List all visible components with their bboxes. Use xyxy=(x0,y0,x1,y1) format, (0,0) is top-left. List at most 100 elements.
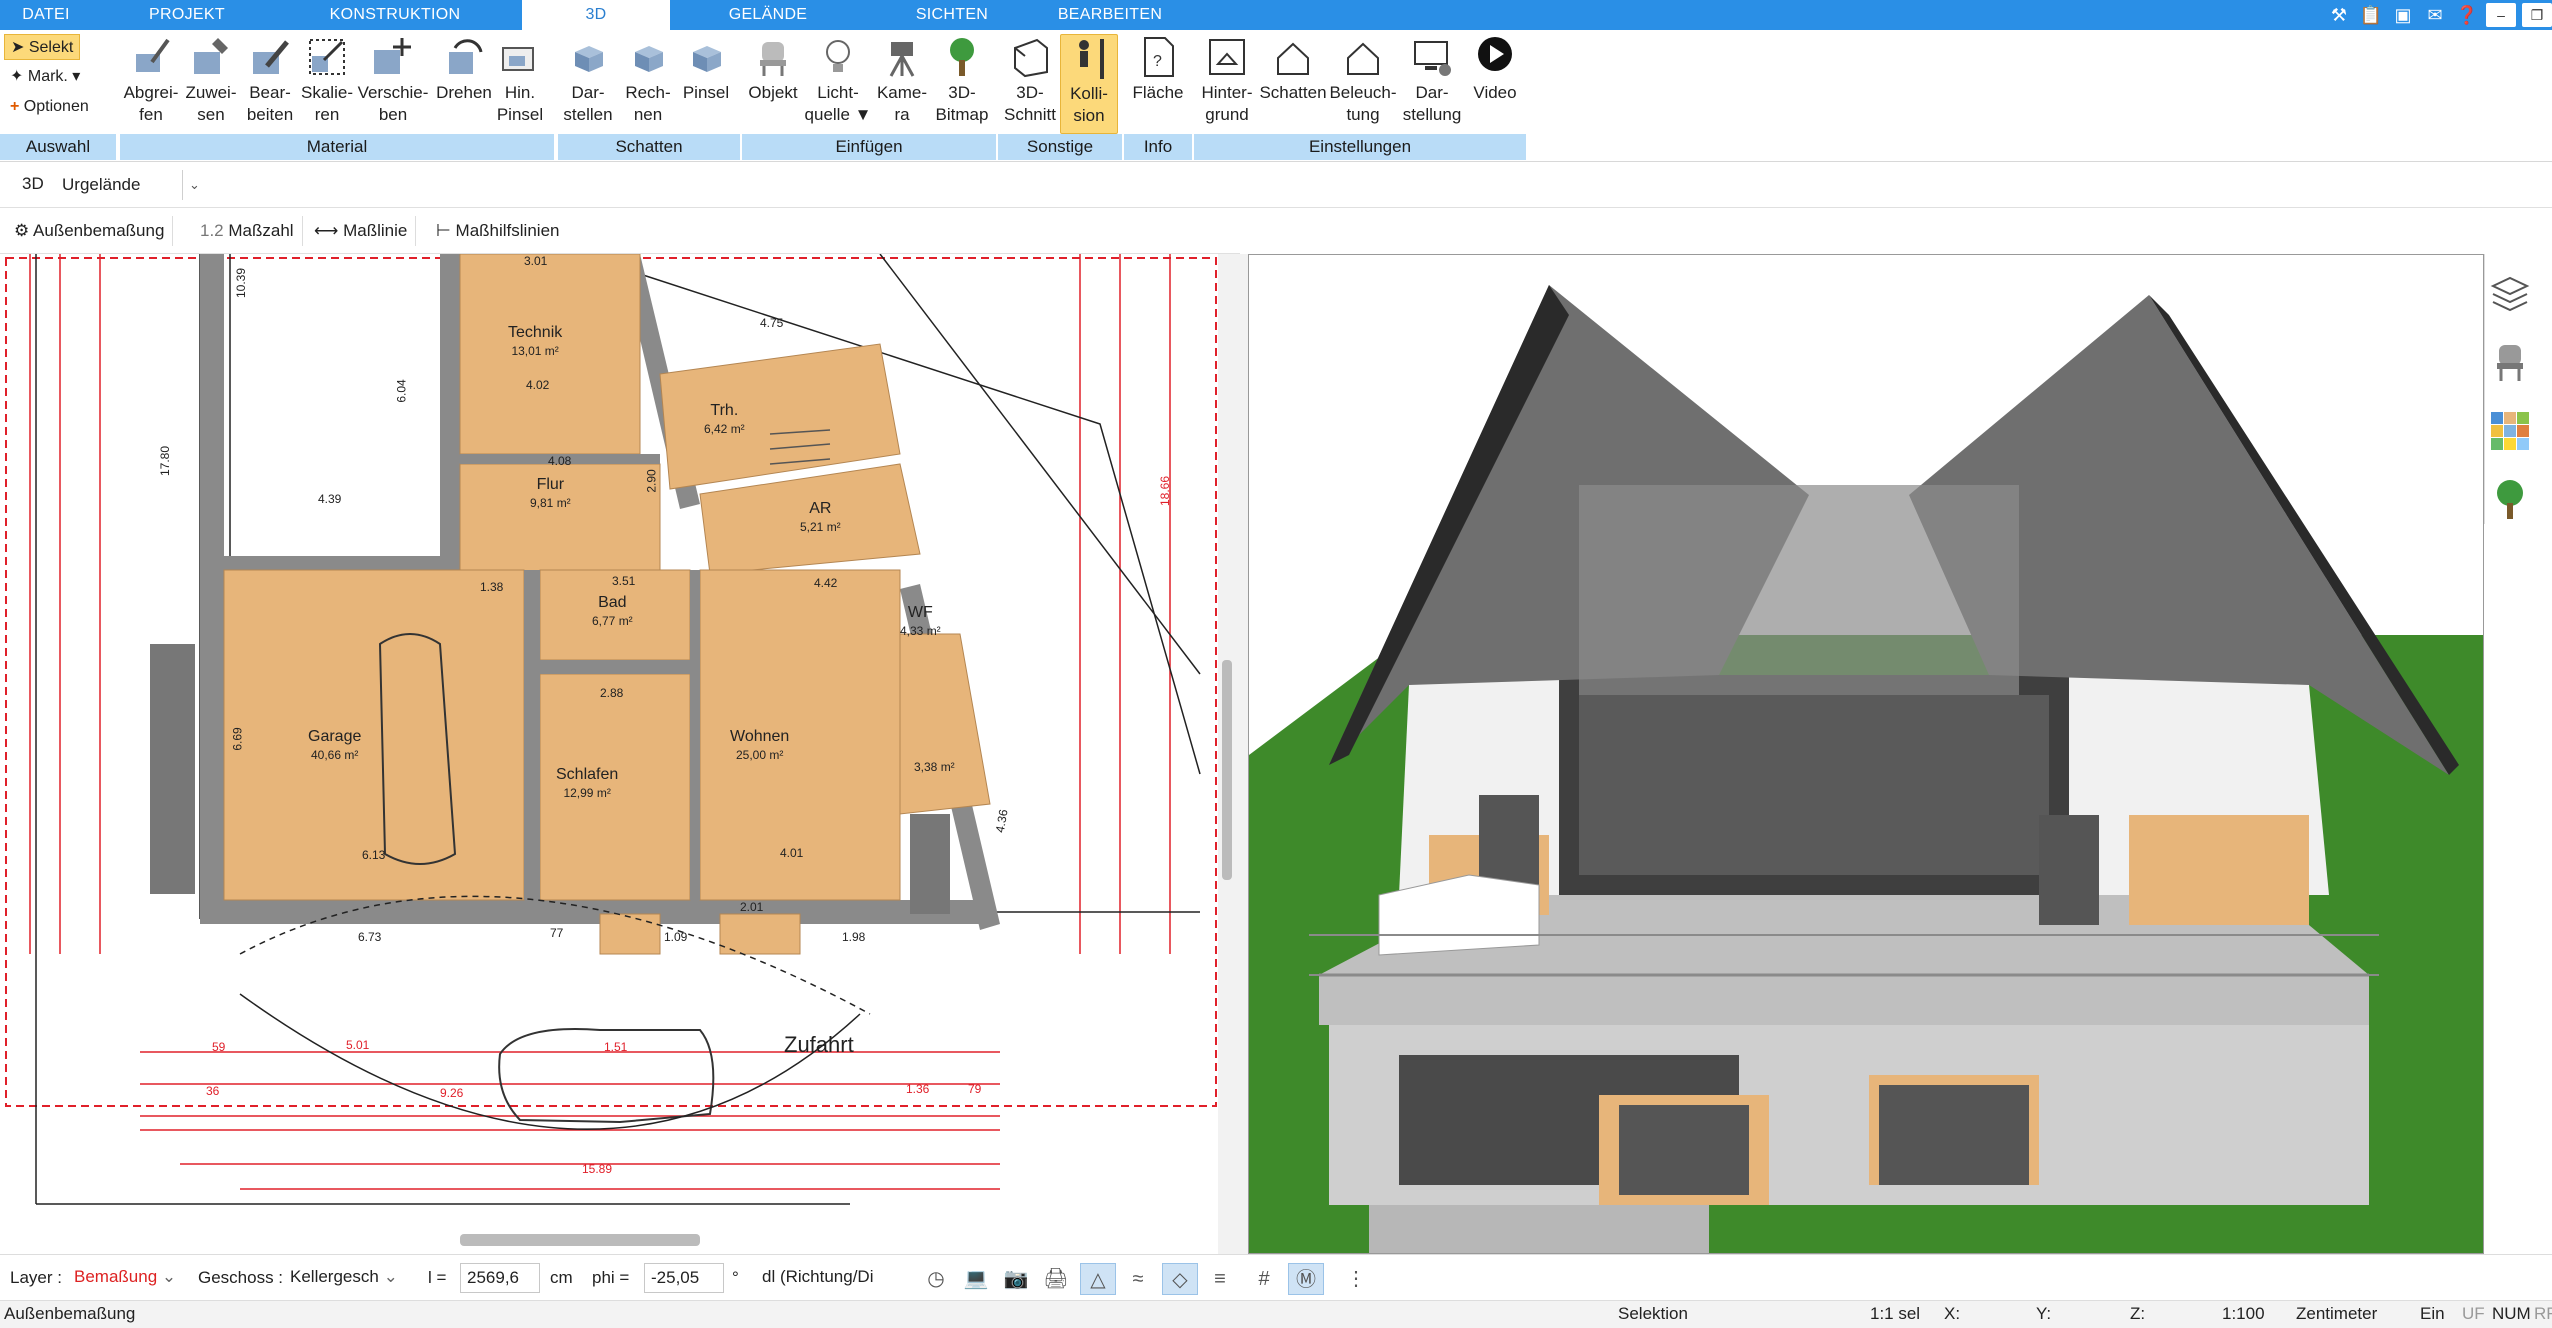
dim-label: 79 xyxy=(968,1082,982,1096)
display-settings-button[interactable]: Dar-stellung xyxy=(1398,34,1466,126)
collision-button[interactable]: Kolli-sion xyxy=(1060,34,1118,134)
lighting-button[interactable]: Beleuch-tung xyxy=(1328,34,1398,126)
room-name: WF xyxy=(907,604,933,621)
label-top: 3D- xyxy=(948,83,976,102)
minimize-button[interactable]: – xyxy=(2486,3,2516,27)
tab-bearbeiten[interactable]: BEARBEITEN xyxy=(1040,0,1180,30)
tab-3d[interactable]: 3D xyxy=(522,0,670,30)
insert-camera-button[interactable]: Kame-ra xyxy=(872,34,932,126)
outer-dimension-button[interactable]: ⚙ Außenbemaßung xyxy=(6,216,174,246)
dim-label: 2.01 xyxy=(740,900,764,914)
hint-brush-button[interactable]: Hin. Pinsel xyxy=(494,34,546,126)
snap-angle-icon[interactable]: △ xyxy=(1080,1263,1116,1295)
group-label-einfuegen: Einfügen xyxy=(740,134,996,160)
3d-view[interactable] xyxy=(1248,254,2484,1254)
terrain-select[interactable]: Urgelände ⌄ xyxy=(54,170,206,202)
material-edit-button[interactable]: Bear-beiten xyxy=(240,34,300,126)
plan-horizontal-scrollbar[interactable] xyxy=(460,1234,700,1246)
snap-lines-icon[interactable]: ≈ xyxy=(1120,1263,1156,1295)
tab-gelaende[interactable]: GELÄNDE xyxy=(690,0,846,30)
camera-icon[interactable]: 📷 xyxy=(998,1263,1034,1295)
dim-label: 1.51 xyxy=(604,1040,628,1054)
print-icon[interactable]: 🖨 xyxy=(1038,1263,1074,1295)
bottom-toolbar: Layer : Bemaßung ⌄ Geschoss : Kellergesc… xyxy=(0,1254,2552,1300)
video-button[interactable]: Video xyxy=(1466,34,1524,104)
3d-section-button[interactable]: 3D- Schnitt xyxy=(1000,34,1060,126)
material-pick-button[interactable]: Abgrei-fen xyxy=(118,34,184,126)
label-top: Schatten xyxy=(1259,83,1327,102)
mark-button[interactable]: ✦ Mark. ▾ xyxy=(4,64,86,90)
dimension-number-button[interactable]: 1.2 Maßzahl xyxy=(192,216,303,246)
area-button[interactable]: ? Fläche xyxy=(1130,34,1186,104)
dim-label: 9.26 xyxy=(440,1086,464,1100)
geschoss-select[interactable]: Kellergesch ⌄ xyxy=(284,1263,402,1293)
length-label: l = xyxy=(428,1268,447,1287)
options-label: Optionen xyxy=(23,98,89,115)
material-assign-button[interactable]: Zuwei-sen xyxy=(182,34,240,126)
tree-icon[interactable] xyxy=(2485,475,2535,525)
more-icon[interactable]: ⋮ xyxy=(1338,1263,1374,1295)
shadow-calc-button[interactable]: Rech-nen xyxy=(618,34,678,126)
room-name: Technik xyxy=(508,324,563,341)
options-button[interactable]: + Optionen xyxy=(4,94,95,120)
layers-icon[interactable] xyxy=(2485,268,2535,318)
outer-dimension-label: Außenbemaßung xyxy=(33,221,165,240)
tools-icon[interactable]: ⚒ xyxy=(2326,3,2352,27)
chevron-down-icon[interactable]: ⌄ xyxy=(182,170,206,200)
chair-icon[interactable] xyxy=(2485,337,2535,387)
grid-icon[interactable]: # xyxy=(1246,1263,1282,1295)
dim-label: 18.66 xyxy=(1158,475,1173,507)
layer-select[interactable]: Bemaßung ⌄ xyxy=(68,1263,184,1293)
shadow-settings-button[interactable]: Schatten xyxy=(1258,34,1328,104)
insert-3d-bitmap-button[interactable]: 3D- Bitmap xyxy=(932,34,992,126)
room-label-treppenhaus: Trh. 6,42 m² xyxy=(704,402,745,438)
dimension-line-button[interactable]: ⟷ Maßlinie xyxy=(306,216,417,246)
driveway-label: Zufahrt xyxy=(784,1032,854,1057)
tab-datei[interactable]: DATEI xyxy=(0,0,92,30)
dim-label: 4.08 xyxy=(548,454,572,468)
tab-projekt[interactable]: PROJEKT xyxy=(104,0,270,30)
help-icon[interactable]: ❓ xyxy=(2454,3,2480,27)
north-icon[interactable]: Ⓜ xyxy=(1288,1263,1324,1295)
plan-vertical-scrollbar[interactable] xyxy=(1222,660,1232,880)
plus-icon: + xyxy=(10,98,20,115)
dimension-helper-lines-button[interactable]: ⊢ Maßhilfslinien xyxy=(428,216,567,246)
house-shadow-icon xyxy=(1277,42,1309,75)
material-move-button[interactable]: Verschie-ben xyxy=(356,34,430,126)
dl-select[interactable]: dl (Richtung/Di xyxy=(756,1263,900,1293)
room-name: AR xyxy=(809,500,832,517)
status-num: NUM xyxy=(2492,1304,2531,1323)
clock-icon[interactable]: ◷ xyxy=(918,1263,954,1295)
view-mode-label: 3D xyxy=(22,174,44,193)
room-name: Garage xyxy=(308,728,362,745)
snap-plane-icon[interactable]: ◇ xyxy=(1162,1263,1198,1295)
shadow-show-button[interactable]: Dar-stellen xyxy=(560,34,616,126)
layers-toggle-icon[interactable]: ≡ xyxy=(1202,1263,1238,1295)
material-palette-icon[interactable] xyxy=(2485,406,2535,456)
floor-plan-view[interactable]: Technik 13,01 m² Trh. 6,42 m² Flur 9,81 m² … xyxy=(0,254,1218,1224)
mail-icon[interactable]: ✉ xyxy=(2422,3,2448,27)
floor-plan-canvas[interactable] xyxy=(0,254,1218,1224)
material-rotate-button[interactable]: Drehen xyxy=(432,34,496,104)
insert-light-button[interactable]: Licht-quelle ▼ xyxy=(804,34,872,126)
length-input[interactable]: 2569,6 xyxy=(460,1263,540,1293)
dimension-number-prefix: 1.2 xyxy=(200,221,224,240)
dim-label: 36 xyxy=(206,1084,220,1098)
tab-konstruktion[interactable]: KONSTRUKTION xyxy=(300,0,490,30)
cube-shadow-icon xyxy=(575,46,603,72)
background-button[interactable]: Hinter-grund xyxy=(1196,34,1258,126)
material-scale-button[interactable]: Skalie-ren xyxy=(298,34,356,126)
view-toolbar: 3D Urgelände ⌄ xyxy=(0,164,2552,208)
3d-house-render[interactable] xyxy=(1249,255,2484,1254)
tab-sichten[interactable]: SICHTEN xyxy=(872,0,1032,30)
monitor-icon[interactable]: 💻 xyxy=(958,1263,994,1295)
restore-button[interactable]: ❐ xyxy=(2522,3,2552,27)
shadow-brush-button[interactable]: Pinsel xyxy=(678,34,734,104)
phi-label: phi = xyxy=(592,1268,630,1287)
insert-object-button[interactable]: Objekt xyxy=(744,34,802,104)
select-button[interactable]: ➤ Selekt xyxy=(4,34,81,60)
clipboard-icon[interactable]: 📋 xyxy=(2358,3,2384,27)
move-arrows-icon xyxy=(374,38,411,74)
phi-input[interactable]: -25,05 xyxy=(644,1263,724,1293)
window-icon[interactable]: ▣ xyxy=(2390,3,2416,27)
